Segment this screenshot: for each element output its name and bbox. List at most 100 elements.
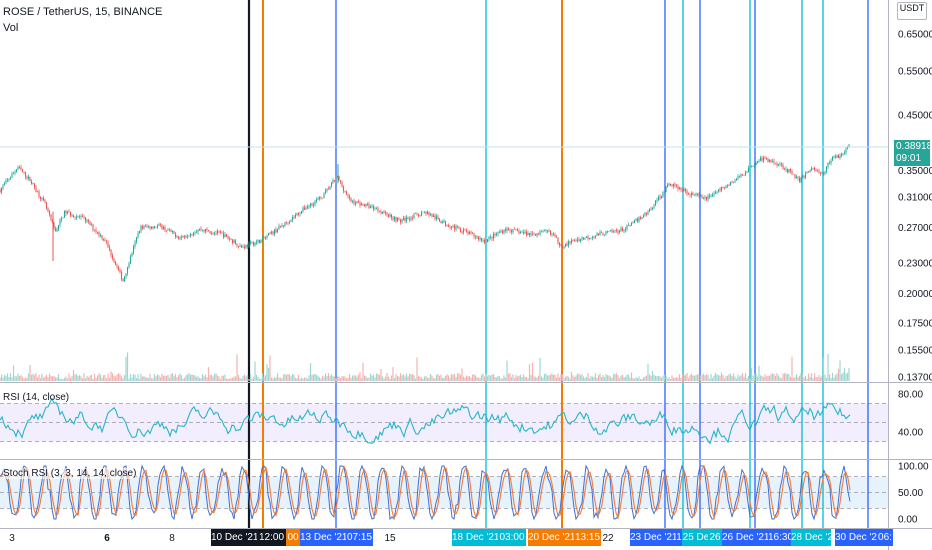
price-candle-body [513, 228, 516, 230]
price-candle-body [441, 222, 444, 224]
volume-bar [278, 377, 280, 381]
volume-bar [359, 372, 361, 381]
price-candle-body [417, 213, 420, 216]
price-candle-body [446, 225, 448, 226]
price-candle-body [561, 245, 564, 249]
volume-bar [545, 373, 547, 381]
price-candle-body [390, 214, 393, 218]
price-candle-body [609, 230, 612, 232]
volume-bar [479, 377, 481, 381]
volume-bar [63, 377, 66, 381]
price-candle-body [698, 194, 700, 196]
volume-bar [173, 376, 175, 381]
price-candle-body [132, 246, 135, 254]
volume-bar [308, 375, 310, 381]
volume-bar [521, 377, 523, 381]
price-candle-body [14, 171, 16, 173]
price-candle-body [306, 206, 309, 209]
price-candle-body [836, 155, 838, 158]
price-candle-body [735, 178, 738, 181]
price-candle-body [206, 228, 208, 231]
price-candle-body [465, 230, 468, 232]
price-candle-body [270, 231, 273, 234]
price-candle-body [753, 165, 756, 167]
volume-bar [500, 378, 502, 381]
volume-bar [603, 377, 606, 381]
price-candle-body [425, 211, 427, 215]
price-candle-body [128, 263, 130, 268]
volume-bar [74, 374, 76, 381]
volume-bar [698, 374, 700, 381]
volume-bar [105, 378, 108, 381]
volume-bar [183, 377, 186, 381]
price-candle-body [78, 216, 81, 218]
price-candle-body [80, 216, 82, 218]
price-tick-label: 0.17500 [898, 319, 932, 330]
volume-bar [303, 377, 306, 381]
volume-legend: Vol [3, 22, 19, 34]
price-candle-body [794, 174, 796, 178]
currency-unit-button[interactable]: USDT [897, 2, 927, 20]
volume-bar [254, 361, 256, 381]
volume-bar [53, 375, 55, 381]
price-candle-body [59, 219, 61, 226]
volume-bar [707, 374, 709, 381]
volume-bar [774, 376, 777, 381]
price-candle-body [237, 246, 240, 247]
price-candle-body [239, 245, 241, 247]
price-candle-body [498, 232, 501, 234]
volume-bar [473, 374, 475, 381]
volume-bar [384, 376, 387, 381]
price-candle-body [504, 229, 507, 231]
volume-bar [14, 375, 16, 381]
price-candle-body [510, 230, 513, 233]
price-candle-body [294, 214, 297, 218]
price-candle-body [626, 225, 628, 229]
volume-bar [38, 374, 40, 381]
volume-bar [54, 377, 57, 381]
volume-bar [506, 360, 508, 381]
volume-bar [534, 377, 537, 381]
price-candle-body [657, 196, 660, 201]
price-candle-body [819, 172, 822, 174]
volume-bar [567, 376, 570, 381]
price-candle-body [582, 237, 585, 240]
volume-bar [420, 377, 423, 381]
volume-bar [560, 374, 562, 381]
price-candle-body [467, 231, 469, 235]
price-candle-body [309, 203, 312, 206]
price-candle-body [305, 208, 307, 210]
price-candle-body [666, 185, 669, 188]
volume-bar [134, 374, 136, 381]
price-candle-body [260, 239, 262, 244]
volume-bar [555, 377, 558, 381]
volume-bar [149, 373, 151, 381]
price-candle-body [53, 222, 55, 229]
price-candle-body [558, 242, 561, 246]
price-candle-body [623, 229, 625, 232]
price-candle-body [618, 230, 621, 233]
price-candle-body [714, 192, 717, 194]
volume-bar [72, 369, 75, 381]
price-candle-body [770, 159, 772, 162]
price-candle-body [590, 237, 592, 239]
chart-canvas[interactable]: 0.65000 0.55000 0.45000 0.35000 0.31000 0.270… [0, 0, 932, 550]
volume-bar [65, 376, 67, 381]
time-tick-label: 8 [169, 533, 175, 544]
volume-bar [123, 375, 126, 381]
volume-bar [498, 376, 501, 381]
price-candle-body [726, 185, 729, 186]
price-candle-body [32, 183, 34, 184]
price-axis: 0.65000 0.55000 0.45000 0.35000 0.31000 0.270… [898, 30, 932, 526]
volume-bar [540, 376, 543, 381]
price-candle-body [845, 149, 847, 153]
price-candle-body [797, 176, 799, 178]
volume-bar [357, 374, 360, 381]
volume-bar [348, 374, 351, 381]
price-candle-body [21, 169, 24, 172]
price-candle-body [434, 215, 436, 219]
price-candle-body [41, 197, 43, 200]
time-marker-label: 28 Dec '21 [791, 529, 839, 546]
volume-bar [44, 376, 46, 381]
price-candle-body [297, 213, 300, 215]
